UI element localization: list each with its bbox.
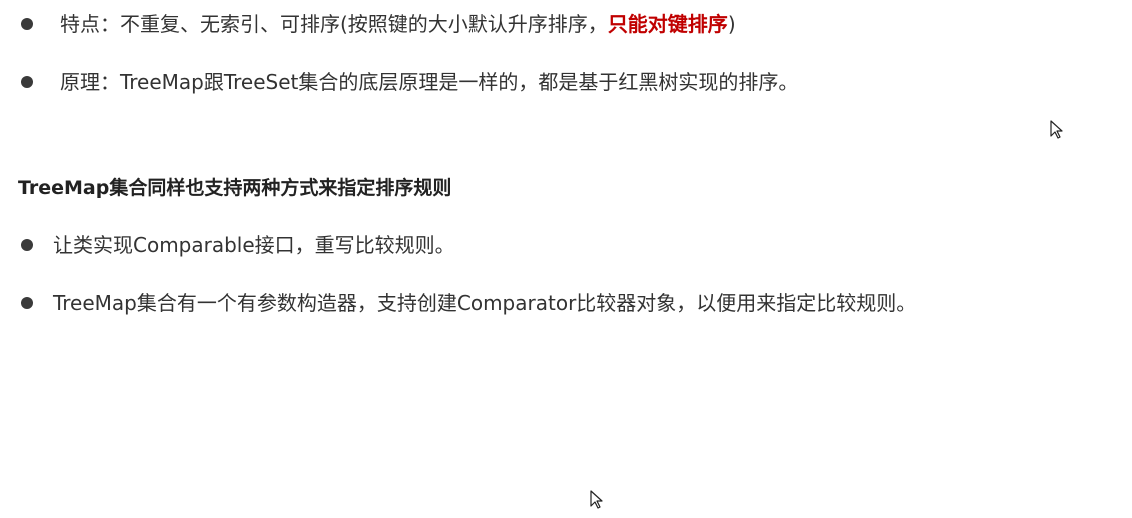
mouse-pointer-icon [590,490,603,509]
feature-text: 特点：不重复、无索引、可排序(按照键的大小默认升序排序， [60,12,608,36]
mouse-pointer-icon [1050,120,1063,139]
feature-suffix: ) [727,12,736,36]
bullet-icon [21,239,33,251]
section-heading: TreeMap集合同样也支持两种方式来指定排序规则 [18,177,452,199]
feature-line: 特点：不重复、无索引、可排序(按照键的大小默认升序排序，只能对键排序) [60,10,736,38]
comparator-line: TreeMap集合有一个有参数构造器，支持创建Comparator比较器对象，以… [53,291,917,315]
comparable-line: 让类实现Comparable接口，重写比较规则。 [53,233,455,257]
bullet-icon [21,18,33,30]
bullet-icon [21,76,33,88]
principle-line: 原理：TreeMap跟TreeSet集合的底层原理是一样的，都是基于红黑树实现的… [60,70,799,94]
bullet-icon [21,297,33,309]
feature-highlight: 只能对键排序 [607,12,728,36]
